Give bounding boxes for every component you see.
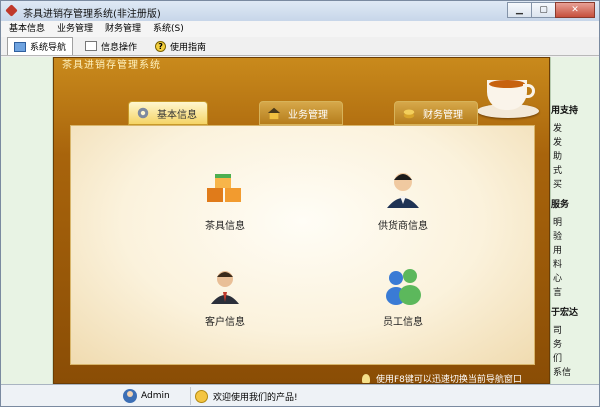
supplier-icon (387, 173, 419, 208)
navigation-icon (14, 41, 26, 52)
tab-basic-info-label: 基本信息 (157, 109, 197, 121)
status-bar: Admin 欢迎使用我们的产品! (1, 384, 599, 406)
left-strip (1, 57, 53, 384)
toolbar-help-label: 使用指南 (170, 42, 207, 53)
menu-bar: 基本信息 业务管理 财务管理 系统(S) (1, 21, 599, 37)
toolbar-info[interactable]: 信息操作 (79, 37, 143, 55)
rp-line-11: 心 (553, 274, 563, 284)
rp-line-9: 用 (553, 246, 563, 256)
toolbar: 系统导航 信息操作 ? 使用指南 (1, 37, 599, 56)
tab-finance[interactable]: 财务管理 (394, 101, 478, 125)
tab-business[interactable]: 业务管理 (259, 101, 343, 125)
rp-line-0: 用支持 (551, 106, 579, 116)
rp-line-13: 于宏达 (551, 308, 579, 318)
navigation-content: 茶具信息 供货商信息 客户信息 员工信息 (70, 125, 535, 365)
gear-icon (137, 107, 149, 119)
rp-line-17: 系信 (553, 368, 572, 378)
header-title: 茶具进销存管理系统 (62, 60, 161, 71)
info-icon (85, 41, 98, 51)
app-window: 茶具进销存管理系统(非注册版) ▁ ▢ ✕ 基本信息 业务管理 财务管理 系统(… (0, 0, 600, 407)
rp-line-3: 助 (553, 152, 563, 162)
toolbar-help[interactable]: ? 使用指南 (149, 37, 212, 55)
lightbulb-icon (362, 373, 370, 383)
help-icon: ? (155, 40, 167, 52)
rp-line-12: 言 (553, 288, 563, 298)
window-controls: ▁ ▢ ✕ (507, 2, 595, 18)
status-user-name: Admin (141, 391, 170, 401)
title-bar[interactable]: 茶具进销存管理系统(非注册版) ▁ ▢ ✕ (1, 1, 599, 21)
menu-finance[interactable]: 财务管理 (105, 21, 141, 37)
maximize-button[interactable]: ▢ (531, 2, 556, 18)
item-supplier[interactable]: 供货商信息 (343, 166, 463, 232)
item-employees[interactable]: 员工信息 (343, 262, 463, 328)
item-employees-label: 员工信息 (383, 317, 423, 328)
status-user: Admin (119, 387, 191, 405)
minimize-button[interactable]: ▁ (507, 2, 532, 18)
toolbar-navigation[interactable]: 系统导航 (7, 37, 74, 55)
item-customer[interactable]: 客户信息 (165, 262, 285, 328)
rp-line-6: 服务 (551, 200, 570, 210)
rp-line-14: 司 (553, 326, 563, 336)
rp-line-8: 验 (553, 232, 563, 242)
tab-business-label: 业务管理 (288, 109, 328, 121)
rp-line-15: 务 (553, 340, 563, 350)
rp-line-1: 发 (553, 124, 563, 134)
app-icon (5, 4, 18, 17)
hint-text: 使用F8键可以迅速切换当前导航窗口 (376, 375, 522, 384)
rp-line-4: 式 (553, 166, 563, 176)
rp-line-10: 料 (553, 260, 563, 270)
customer-icon (211, 271, 239, 304)
hint-text-wrapper: 使用F8键可以迅速切换当前导航窗口 (362, 372, 522, 384)
employees-icon (386, 269, 421, 305)
toolbar-info-label: 信息操作 (101, 42, 138, 53)
toolbar-navigation-label: 系统导航 (30, 43, 67, 53)
item-tea-set[interactable]: 茶具信息 (165, 166, 285, 232)
menu-business[interactable]: 业务管理 (57, 21, 93, 37)
teacup-icon (473, 68, 543, 123)
close-button[interactable]: ✕ (555, 2, 595, 18)
rp-line-2: 发 (553, 138, 563, 148)
rp-line-5: 买 (553, 180, 563, 190)
window-title: 茶具进销存管理系统(非注册版) (23, 9, 161, 20)
status-welcome-text: 欢迎使用我们的产品! (213, 392, 298, 403)
rp-line-16: 们 (553, 354, 563, 364)
menu-basic-info[interactable]: 基本信息 (9, 21, 45, 37)
user-icon (123, 389, 137, 403)
item-supplier-label: 供货商信息 (378, 221, 428, 232)
rp-line-7: 明 (553, 218, 563, 228)
house-icon (267, 107, 281, 120)
status-welcome: 欢迎使用我们的产品! (191, 387, 491, 405)
coins-icon (403, 109, 415, 119)
menu-system[interactable]: 系统(S) (153, 21, 184, 37)
boxes-icon (207, 174, 241, 202)
right-info-panel: 用支持 发 发 助 式 买 服务 明 验 用 料 心 言 于宏达 司 务 们 系… (550, 57, 599, 384)
item-customer-label: 客户信息 (205, 317, 245, 328)
item-tea-set-label: 茶具信息 (205, 221, 245, 232)
tab-basic-info[interactable]: 基本信息 (128, 101, 208, 125)
main-panel: 茶具进销存管理系统 基本信息 业务管理 财务管理 茶具信息 供货商信息 客户信息… (53, 57, 550, 384)
tab-finance-label: 财务管理 (423, 109, 463, 121)
smiley-icon (195, 389, 208, 403)
